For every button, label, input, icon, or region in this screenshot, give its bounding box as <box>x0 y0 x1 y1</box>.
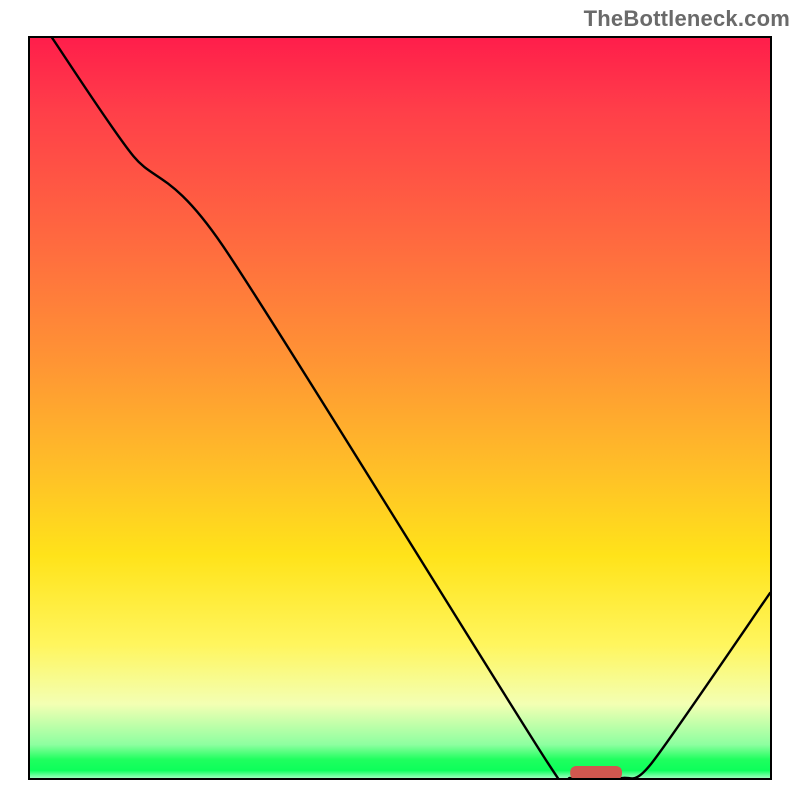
chart-container: TheBottleneck.com <box>0 0 800 800</box>
bottleneck-curve <box>52 38 770 778</box>
source-attribution-link[interactable]: TheBottleneck.com <box>584 6 790 32</box>
plot-area <box>28 36 772 780</box>
optimal-range-marker <box>570 766 622 778</box>
chart-svg <box>30 38 770 778</box>
